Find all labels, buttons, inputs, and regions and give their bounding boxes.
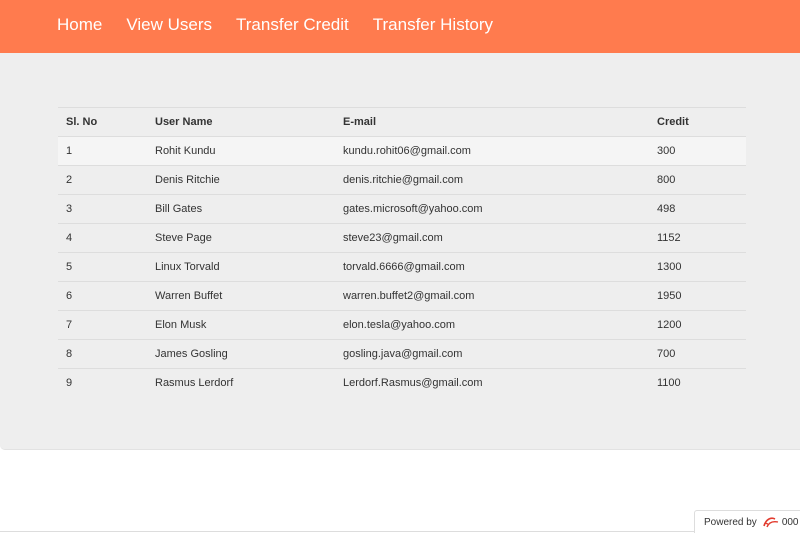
- cell-email: gosling.java@gmail.com: [335, 339, 649, 369]
- cell-credit: 1100: [657, 377, 681, 389]
- table-row: 1 Rohit Kundu kundu.rohit06@gmail.com 30…: [58, 136, 746, 166]
- table-row: 4 Steve Page steve23@gmail.com 1152: [58, 223, 746, 253]
- nav-view-users-link[interactable]: View Users: [126, 15, 212, 34]
- table-row: 9 Rasmus Lerdorf Lerdorf.Rasmus@gmail.co…: [58, 369, 746, 398]
- table-row: 6 Warren Buffet warren.buffet2@gmail.com…: [58, 281, 746, 311]
- cell-email: elon.tesla@yahoo.com: [335, 310, 649, 340]
- table-row: 5 Linux Torvald torvald.6666@gmail.com 1…: [58, 252, 746, 282]
- cell-credit: 498: [649, 194, 746, 224]
- powered-by-label: Powered by: [704, 516, 757, 528]
- cell-user-name: Warren Buffet: [147, 281, 335, 311]
- nav-home-link[interactable]: Home: [57, 15, 102, 34]
- cell-sl-no: 4: [58, 223, 147, 253]
- cell-sl-no: 6: [58, 281, 147, 311]
- cell-email: steve23@gmail.com: [335, 223, 649, 253]
- table-row: 8 James Gosling gosling.java@gmail.com 7…: [58, 339, 746, 369]
- top-navbar: Home View Users Transfer Credit Transfer…: [0, 0, 800, 53]
- cell-user-name: Elon Musk: [147, 310, 335, 340]
- table-header-row: Sl. No User Name E-mail Credit: [58, 107, 746, 137]
- cell-email: gates.microsoft@yahoo.com: [335, 194, 649, 224]
- cell-email: kundu.rohit06@gmail.com: [335, 136, 649, 166]
- table-row: 3 Bill Gates gates.microsoft@yahoo.com 4…: [58, 194, 746, 224]
- cell-user-name: James Gosling: [147, 339, 335, 369]
- users-table: Sl. No User Name E-mail Credit 1 Rohit K…: [58, 107, 746, 397]
- nav-transfer-history-link[interactable]: Transfer History: [373, 15, 493, 34]
- cell-credit: 300: [649, 136, 746, 166]
- cell-credit: 800: [649, 165, 746, 195]
- cell-sl-no: 2: [58, 165, 147, 195]
- cell-sl-no: 7: [58, 310, 147, 340]
- table-row: 7 Elon Musk elon.tesla@yahoo.com 1200: [58, 310, 746, 340]
- content-panel: Sl. No User Name E-mail Credit 1 Rohit K…: [0, 53, 800, 450]
- header-credit: Credit: [649, 107, 746, 137]
- cell-credit: 700: [649, 339, 746, 369]
- nav-menu: Home View Users Transfer Credit Transfer…: [0, 0, 800, 53]
- swoosh-logo-icon: [762, 515, 780, 529]
- cell-email: warren.buffet2@gmail.com: [335, 281, 649, 311]
- cell-user-name: Bill Gates: [147, 194, 335, 224]
- header-user-name: User Name: [147, 107, 335, 137]
- cell-user-name: Steve Page: [147, 223, 335, 253]
- cell-sl-no: 8: [58, 339, 147, 369]
- cell-credit: 1950: [649, 281, 746, 311]
- cell-credit: 1300: [649, 252, 746, 282]
- cell-sl-no: 5: [58, 252, 147, 282]
- cell-user-name: Rohit Kundu: [147, 136, 335, 166]
- cell-credit: 1152: [649, 223, 746, 253]
- cell-email: torvald.6666@gmail.com: [335, 252, 649, 282]
- cell-user-name: Denis Ritchie: [147, 165, 335, 195]
- cell-sl-no: 3: [58, 194, 147, 224]
- hosting-brand-text: 000: [781, 516, 799, 528]
- cell-credit: 1200: [649, 310, 746, 340]
- page-bottom-divider: [0, 531, 694, 532]
- cell-user-name: Rasmus Lerdorf: [155, 377, 234, 389]
- header-sl-no: Sl. No: [58, 107, 147, 137]
- table-row: 2 Denis Ritchie denis.ritchie@gmail.com …: [58, 165, 746, 195]
- powered-by-badge[interactable]: Powered by 000: [694, 510, 800, 533]
- cell-user-name: Linux Torvald: [147, 252, 335, 282]
- header-email: E-mail: [335, 107, 649, 137]
- cell-sl-no: 9: [66, 377, 73, 389]
- cell-email: denis.ritchie@gmail.com: [335, 165, 649, 195]
- cell-sl-no: 1: [58, 136, 147, 166]
- nav-transfer-credit-link[interactable]: Transfer Credit: [236, 15, 349, 34]
- cell-email: Lerdorf.Rasmus@gmail.com: [343, 377, 483, 389]
